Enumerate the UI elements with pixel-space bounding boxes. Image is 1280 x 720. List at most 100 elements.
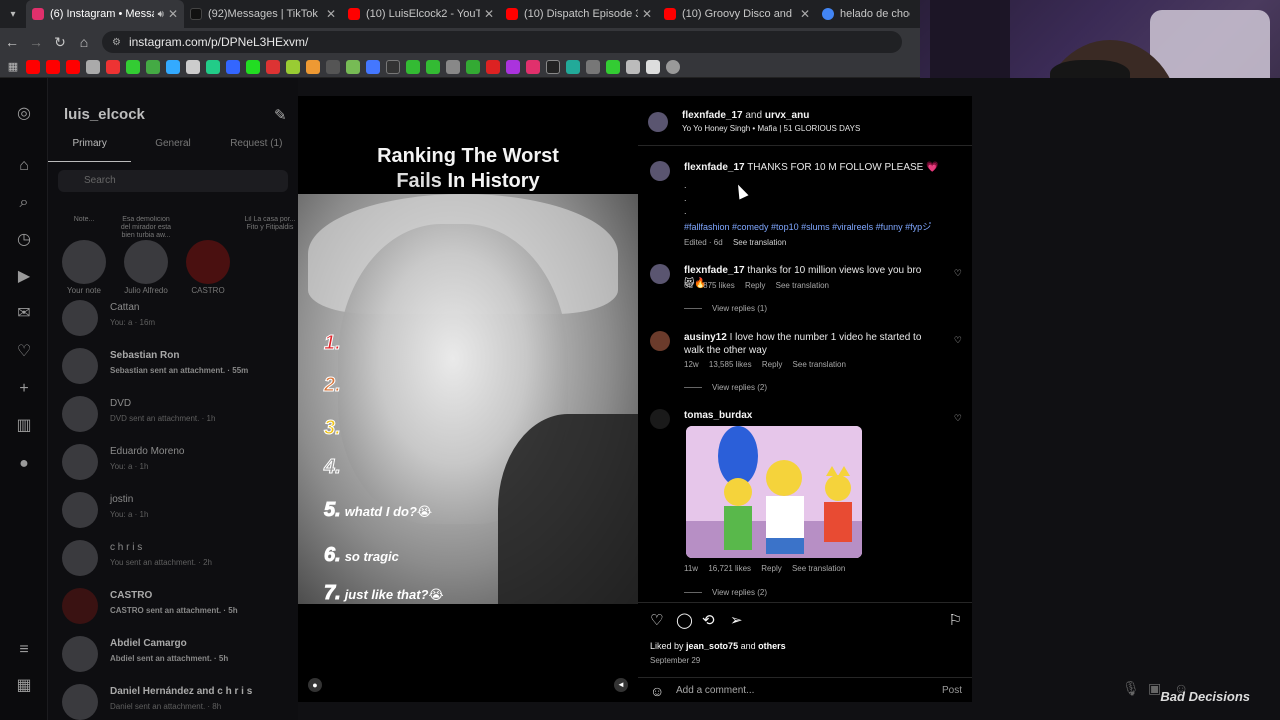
- bookmark-icon[interactable]: [186, 59, 200, 74]
- comment-likes[interactable]: 13,585 likes: [709, 360, 752, 369]
- share-icon[interactable]: ➢: [730, 611, 743, 629]
- bookmark-icon[interactable]: [286, 59, 300, 74]
- comment-username[interactable]: ausiny12: [684, 332, 727, 343]
- close-tab-icon[interactable]: ✕: [326, 7, 336, 21]
- post-media[interactable]: Ranking The Worst Fails In History 1. 2.…: [298, 96, 638, 702]
- view-replies-link[interactable]: View replies (2): [684, 383, 767, 392]
- tab-search-icon[interactable]: ▾: [0, 0, 26, 28]
- home-icon[interactable]: ⌂: [72, 34, 96, 50]
- tagged-user-icon[interactable]: ●: [308, 678, 322, 692]
- tab-instagram[interactable]: (6) Instagram • Messages 🔊︎ ✕: [26, 0, 184, 28]
- tab-youtube-2[interactable]: (10) Dispatch Episode 3 & 4 Ful ✕: [500, 0, 658, 28]
- caption-username[interactable]: flexnfade_17: [684, 162, 745, 173]
- coauthor-username[interactable]: urvx_anu: [765, 110, 809, 121]
- emoji-icon[interactable]: ☺: [650, 683, 664, 699]
- repost-icon[interactable]: ⟲: [702, 611, 715, 629]
- comment-avatar[interactable]: [650, 264, 670, 284]
- comment-username[interactable]: tomas_burdax: [684, 410, 752, 421]
- add-comment-input[interactable]: Add a comment...: [676, 685, 754, 696]
- profile-avatar-icon[interactable]: ●: [14, 454, 34, 474]
- note-item[interactable]: CASTRO: [180, 216, 236, 295]
- see-translation-link[interactable]: See translation: [792, 564, 845, 573]
- save-bookmark-icon[interactable]: ⚐: [949, 611, 962, 629]
- comment-avatar[interactable]: [650, 331, 670, 351]
- reply-link[interactable]: Reply: [761, 564, 781, 573]
- tab-tiktok[interactable]: (92)Messages | TikTok ✕: [184, 0, 342, 28]
- bookmark-icon[interactable]: [206, 59, 220, 74]
- dashboard-icon[interactable]: ▥: [14, 416, 34, 436]
- note-item[interactable]: Esa demolicion del mirador esta bien tur…: [118, 216, 174, 295]
- bookmark-icon[interactable]: [366, 59, 380, 74]
- thread-item[interactable]: c h r i s You sent an attachment. · 2h: [62, 536, 292, 580]
- bookmark-icon[interactable]: [626, 59, 640, 74]
- bookmark-icon[interactable]: [46, 59, 60, 74]
- reply-link[interactable]: Reply: [762, 360, 782, 369]
- thread-item[interactable]: Eduardo Moreno You: a · 1h: [62, 440, 292, 484]
- url-input[interactable]: ⚙ instagram.com/p/DPNeL3HExvm/: [102, 31, 902, 53]
- bookmark-icon[interactable]: [666, 59, 680, 74]
- tab-youtube-3[interactable]: (10) Groovy Disco and R&B Mu ✕: [658, 0, 816, 28]
- bookmark-icon[interactable]: [406, 59, 420, 74]
- see-translation-link[interactable]: See translation: [733, 238, 786, 247]
- bookmark-icon[interactable]: [606, 59, 620, 74]
- thread-item[interactable]: jostin You: a · 1h: [62, 488, 292, 532]
- instagram-logo-icon[interactable]: ◎: [14, 104, 34, 124]
- liked-by-others[interactable]: others: [758, 641, 786, 651]
- close-tab-icon[interactable]: ✕: [484, 7, 494, 21]
- caption-hashtags[interactable]: #fallfashion #comedy #top10 #slums #vira…: [684, 221, 931, 234]
- bookmark-icon[interactable]: [506, 59, 520, 74]
- comment-gif[interactable]: [686, 426, 862, 558]
- bookmark-icon[interactable]: [86, 59, 100, 74]
- bookmark-icon[interactable]: [346, 59, 360, 74]
- author-username[interactable]: flexnfade_17: [682, 110, 743, 121]
- speaker-icon[interactable]: 🔊︎: [158, 9, 164, 20]
- tab-youtube-1[interactable]: (10) LuisElcock2 - YouTube ✕: [342, 0, 500, 28]
- bookmark-icon[interactable]: [446, 59, 460, 74]
- note-item[interactable]: Lil La casa por... Fito y Fitipaldis: [242, 216, 298, 240]
- thread-item[interactable]: DVD DVD sent an attachment. · 1h: [62, 392, 292, 436]
- bookmark-icon[interactable]: [306, 59, 320, 74]
- note-item[interactable]: Note... Your note: [56, 216, 112, 295]
- bookmark-icon[interactable]: [566, 59, 580, 74]
- like-icon[interactable]: ♡: [650, 611, 663, 629]
- bookmark-icon[interactable]: [646, 59, 660, 74]
- tab-general[interactable]: General: [131, 138, 214, 162]
- post-comment-button[interactable]: Post: [942, 685, 962, 696]
- dm-username[interactable]: luis_elcock: [64, 106, 145, 123]
- view-replies-link[interactable]: View replies (2): [684, 588, 767, 597]
- audio-track[interactable]: Yo Yo Honey Singh • Mafia | 51 GLORIOUS …: [682, 124, 860, 133]
- search-icon[interactable]: ⌕: [14, 193, 34, 213]
- also-from-meta-icon[interactable]: ▦: [14, 676, 34, 696]
- explore-icon[interactable]: ◷: [14, 230, 34, 250]
- bookmark-icon[interactable]: [326, 59, 340, 74]
- create-icon[interactable]: +: [14, 379, 34, 399]
- bookmark-icon[interactable]: [426, 59, 440, 74]
- more-menu-icon[interactable]: ≡: [14, 640, 34, 660]
- site-info-icon[interactable]: ⚙: [112, 37, 121, 48]
- bookmark-icon[interactable]: [266, 59, 280, 74]
- thread-item[interactable]: Sebastian Ron Sebastian sent an attachme…: [62, 344, 292, 388]
- bookmark-icon[interactable]: [586, 59, 600, 74]
- dm-search-input[interactable]: Search: [58, 170, 288, 192]
- home-icon[interactable]: ⌂: [14, 156, 34, 176]
- thread-item[interactable]: Cattan You: a · 16m: [62, 296, 292, 340]
- liked-by-user[interactable]: jean_soto75: [686, 641, 738, 651]
- see-translation-link[interactable]: See translation: [793, 360, 846, 369]
- tab-google[interactable]: helado de chocolate -: [816, 0, 916, 28]
- microphone-icon[interactable]: 🎙︎: [1122, 680, 1140, 697]
- close-tab-icon[interactable]: ✕: [168, 7, 178, 21]
- comment-avatar[interactable]: [650, 409, 670, 429]
- like-comment-icon[interactable]: ♡: [954, 413, 962, 424]
- thread-item[interactable]: Daniel Hernández and c h r i s Daniel se…: [62, 680, 292, 720]
- bookmark-icon[interactable]: [246, 59, 260, 74]
- bookmark-icon[interactable]: [166, 59, 180, 74]
- comment-likes[interactable]: 875 likes: [703, 281, 735, 290]
- comment-likes[interactable]: 16,721 likes: [708, 564, 751, 573]
- audio-muted-icon[interactable]: ◄: [614, 678, 628, 692]
- image-icon[interactable]: ▣: [1148, 680, 1161, 697]
- caption-avatar[interactable]: [650, 161, 670, 181]
- bookmark-icon[interactable]: [106, 59, 120, 74]
- bookmark-icon[interactable]: [226, 59, 240, 74]
- bookmark-icon[interactable]: [466, 59, 480, 74]
- bookmark-icon[interactable]: [26, 59, 40, 74]
